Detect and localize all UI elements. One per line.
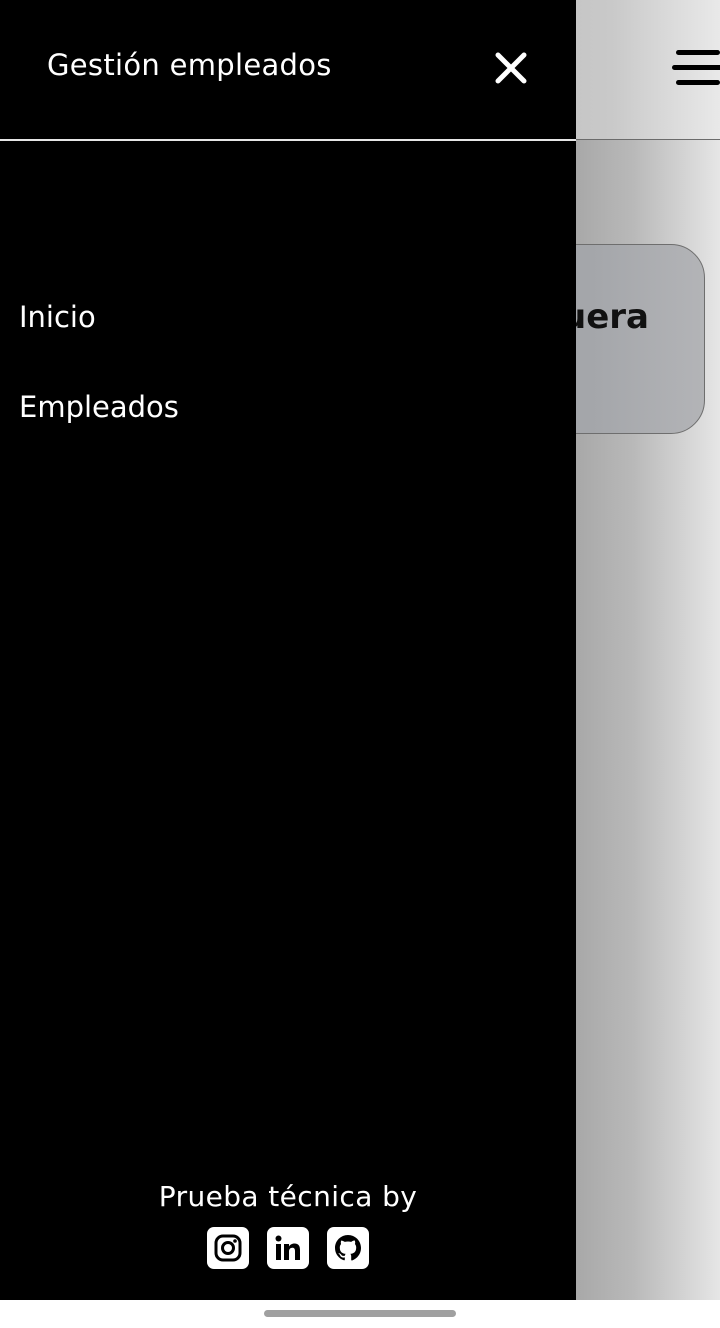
home-indicator[interactable] — [264, 1310, 456, 1317]
nav-item-inicio[interactable]: Inicio — [19, 296, 179, 386]
github-icon[interactable] — [327, 1227, 369, 1269]
linkedin-icon[interactable] — [267, 1227, 309, 1269]
screen: uera Gestión empleados Inicio Empleados … — [0, 0, 720, 1328]
drawer-header: Gestión empleados — [0, 0, 576, 141]
drawer-nav: Inicio Empleados — [19, 296, 179, 476]
instagram-icon[interactable] — [207, 1227, 249, 1269]
nav-item-empleados[interactable]: Empleados — [19, 386, 179, 476]
social-links — [0, 1227, 576, 1269]
drawer-title: Gestión empleados — [47, 48, 332, 82]
side-drawer: Gestión empleados Inicio Empleados Prueb… — [0, 0, 576, 1300]
close-icon[interactable] — [494, 51, 528, 85]
system-nav-bar — [0, 1300, 720, 1328]
footer-credit-text: Prueba técnica by — [158, 1180, 418, 1213]
drawer-footer: Prueba técnica by — [0, 1180, 576, 1269]
hamburger-icon[interactable] — [672, 48, 720, 88]
